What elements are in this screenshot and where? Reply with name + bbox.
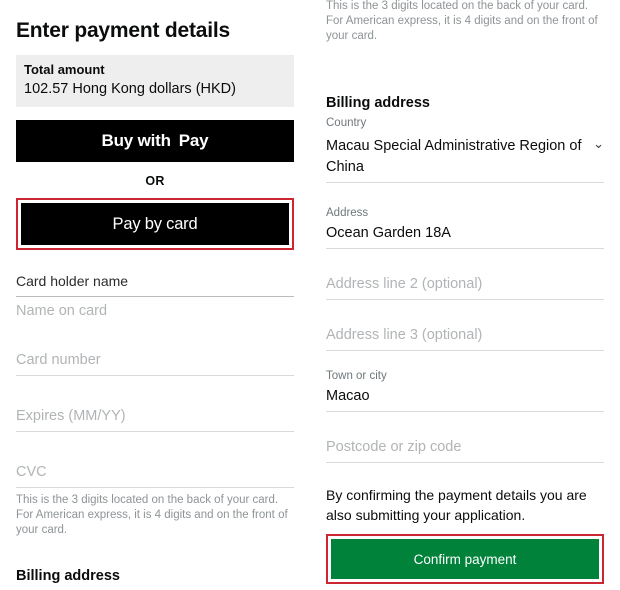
card-number-field[interactable]: Card number [16, 350, 294, 376]
confirm-payment-highlight: Confirm payment [326, 534, 604, 584]
payment-details-screen: Enter payment details Total amount 102.5… [0, 0, 620, 590]
consent-text: By confirming the payment details you ar… [326, 487, 587, 523]
country-value-right: Macau Special Administrative Region of C… [326, 138, 582, 175]
postcode-field[interactable]: Postcode or zip code [326, 437, 604, 463]
country-label-right: Country [326, 117, 367, 129]
total-amount-box: Total amount 102.57 Hong Kong dollars (H… [16, 55, 294, 107]
town-city-label: Town or city [326, 370, 387, 382]
card-holder-name-input[interactable]: Name on card [16, 297, 294, 326]
pay-by-card-highlight: Pay by card [16, 198, 294, 250]
address-line2-input[interactable]: Address line 2 (optional) [326, 274, 604, 299]
postcode-underline [326, 462, 604, 463]
card-holder-name-field[interactable]: Card holder name Name on card [16, 272, 294, 326]
total-amount-label: Total amount [24, 62, 105, 77]
total-amount-value: 102.57 Hong Kong dollars (HKD) [24, 81, 236, 97]
card-number-input[interactable]: Card number [16, 350, 294, 375]
town-city-field[interactable]: Town or city Macao [326, 369, 604, 412]
page-title: Enter payment details [16, 19, 231, 42]
address-label: Address [326, 207, 369, 219]
apple-pay-button[interactable]: Buy with Pay [16, 120, 294, 162]
cvc-hint-text: This is the 3 digits located on the back… [16, 494, 288, 536]
apple-pay-suffix: Pay [178, 131, 209, 150]
expiry-input[interactable]: Expires (MM/YY) [16, 406, 294, 431]
address-line3-field[interactable]: Address line 3 (optional) [326, 325, 604, 351]
cvc-field[interactable]: CVC This is the 3 digits located on the … [16, 462, 294, 538]
address-line2-field[interactable]: Address line 2 (optional) [326, 274, 604, 300]
expiry-field[interactable]: Expires (MM/YY) [16, 406, 294, 432]
address-value[interactable]: Ocean Garden 18A [326, 221, 604, 248]
address-underline [326, 248, 604, 249]
card-number-underline [16, 375, 294, 376]
pay-by-card-button[interactable]: Pay by card [21, 203, 289, 245]
billing-address-heading-right: Billing address [326, 95, 430, 111]
chevron-down-icon-right: ⌄ [593, 136, 604, 151]
address-field[interactable]: Address Ocean Garden 18A [326, 206, 604, 249]
cvc-input[interactable]: CVC [16, 462, 294, 487]
expiry-underline [16, 431, 294, 432]
cvc-hint-text-clipped: This is the 3 digits located on the back… [326, 0, 598, 42]
confirm-payment-button[interactable]: Confirm payment [331, 539, 599, 579]
address-line3-input[interactable]: Address line 3 (optional) [326, 325, 604, 350]
left-column: Enter payment details Total amount 102.5… [0, 0, 310, 590]
town-city-value[interactable]: Macao [326, 384, 604, 411]
postcode-input[interactable]: Postcode or zip code [326, 437, 604, 462]
or-divider: OR [145, 174, 165, 188]
country-select-right[interactable]: Macau Special Administrative Region of C… [326, 136, 604, 183]
card-holder-name-label: Card holder name [16, 273, 129, 289]
billing-address-heading: Billing address [16, 568, 120, 584]
town-city-underline [326, 411, 604, 412]
apple-pay-label: Buy with [101, 131, 171, 150]
right-column: This is the 3 digits located on the back… [310, 0, 620, 590]
country-underline-right [326, 182, 604, 183]
address-line3-underline [326, 350, 604, 351]
address-line2-underline [326, 299, 604, 300]
